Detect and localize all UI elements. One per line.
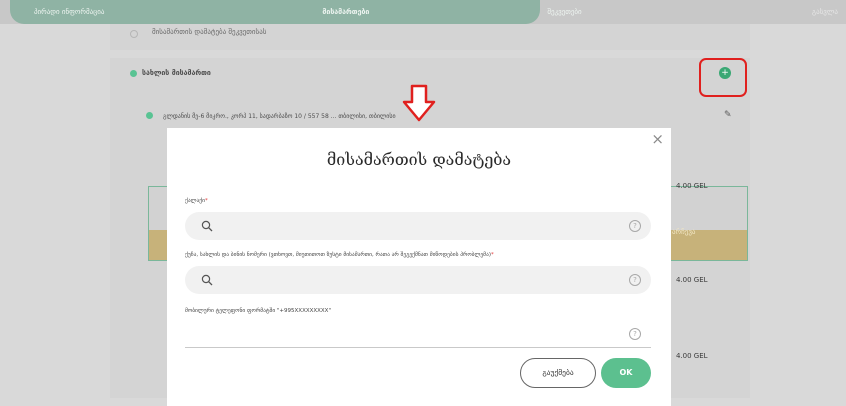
radio-icon[interactable] (130, 30, 138, 38)
street-input[interactable]: ? (185, 266, 651, 294)
address-line: გლდანის მე-6 მიკრო., კორპ 11, სადარბაზო … (163, 113, 396, 120)
street-label: ქუჩა, სახლის და ბინის ნომერი (ვთხოვთ, მი… (185, 252, 494, 258)
cancel-button[interactable]: გაუქმება (520, 358, 596, 388)
phone-label: მობილური ტელეფონი ფორმატში "+995XXXXXXXX… (185, 308, 331, 314)
add-address-button[interactable]: + (719, 67, 731, 79)
price-label: 4.00 GEL (676, 276, 708, 284)
city-input[interactable]: ? (185, 212, 651, 240)
search-icon (201, 220, 213, 232)
tab-personal-info[interactable]: პირადი ინფორმაცია (10, 8, 128, 16)
edit-icon[interactable]: ✎ (724, 110, 734, 120)
city-label: ქალაქი* (185, 198, 208, 204)
price-label: 4.00 GEL (676, 352, 708, 360)
option-card: მისამართის დამატება შეკვეთისას (110, 24, 750, 50)
search-icon (201, 274, 213, 286)
help-icon[interactable]: ? (629, 274, 641, 286)
price-label: 4.00 GEL (676, 182, 708, 190)
tab-orders[interactable]: შეკვეთები (523, 8, 605, 16)
tab-logout[interactable]: გასვლა (812, 0, 838, 24)
tab-addresses[interactable]: მისამართები (298, 8, 393, 16)
add-address-modal: × მისამართის დამატება ქალაქი* ? ქუჩა, სა… (167, 128, 671, 406)
status-dot-icon (146, 112, 153, 119)
down-arrow-icon (402, 84, 436, 122)
select-label: არჩევა (672, 228, 696, 236)
close-icon[interactable]: × (651, 132, 664, 147)
option-text: მისამართის დამატება შეკვეთისას (152, 28, 267, 36)
help-icon[interactable]: ? (629, 220, 641, 232)
modal-title: მისამართის დამატება (326, 150, 512, 169)
help-icon[interactable]: ? (629, 328, 641, 340)
tabs-bar: პირადი ინფორმაცია მისამართები შეკვეთები (10, 0, 582, 24)
ok-button[interactable]: OK (601, 358, 651, 388)
status-dot-icon (130, 70, 137, 77)
section-title: სახლის მისამართი (142, 69, 211, 77)
top-bar: პირადი ინფორმაცია მისამართები შეკვეთები … (0, 0, 846, 24)
phone-input[interactable]: ? (185, 320, 651, 348)
